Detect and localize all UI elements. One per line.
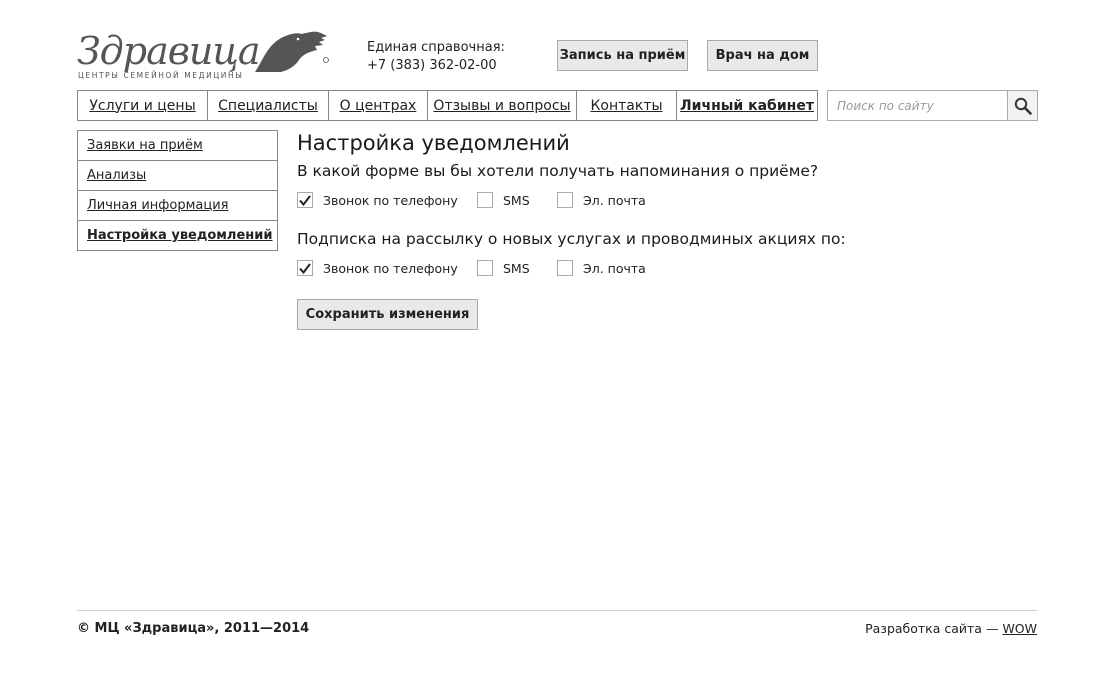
search-box (827, 90, 1038, 121)
contact-info: Единая справочная: +7 (383) 362-02-00 (367, 39, 505, 75)
sidebar-item-label: Анализы (87, 168, 147, 183)
option-label: Эл. почта (583, 192, 646, 208)
main-nav: Услуги и цены Специалисты О центрах Отзы… (77, 90, 818, 121)
logo-subtitle: центры семейной медицины (78, 71, 244, 80)
contact-label: Единая справочная: (367, 40, 505, 55)
main-content: Настройка уведомлений В какой форме вы б… (297, 130, 1037, 330)
sidebar-item-appointments[interactable]: Заявки на приём (78, 131, 277, 161)
checkmark-icon (299, 194, 311, 206)
reminder-sms-checkbox[interactable] (477, 192, 493, 208)
subscription-question: Подписка на рассылку о новых услугах и п… (297, 230, 846, 248)
subscription-email-checkbox[interactable] (557, 260, 573, 276)
developer-credit: Разработка сайта — WOW (865, 621, 1037, 636)
nav-item-contacts[interactable]: Контакты (577, 91, 677, 120)
account-sidebar: Заявки на приём Анализы Личная информаци… (77, 130, 278, 251)
subscription-phone-option[interactable]: Звонок по телефону (297, 260, 477, 276)
dev-label: Разработка сайта — (865, 621, 999, 636)
search-input[interactable] (828, 91, 1008, 120)
search-icon (1014, 97, 1032, 115)
nav-item-label: Контакты (590, 97, 663, 114)
reminder-phone-option[interactable]: Звонок по телефону (297, 192, 477, 208)
sidebar-item-label: Личная информация (87, 198, 229, 213)
nav-item-services[interactable]: Услуги и цены (78, 91, 208, 120)
page-title: Настройка уведомлений (297, 131, 570, 155)
nav-item-account[interactable]: Личный кабинет (677, 91, 817, 120)
sidebar-item-label: Заявки на приём (87, 138, 203, 153)
nav-item-label: Специалисты (218, 97, 318, 114)
subscription-sms-option[interactable]: SMS (477, 260, 557, 276)
search-button[interactable] (1007, 91, 1037, 120)
copyright: © МЦ «Здравица», 2011—2014 (77, 621, 310, 636)
nav-item-label: О центрах (339, 97, 417, 114)
option-label: Эл. почта (583, 260, 646, 276)
option-label: Звонок по телефону (323, 192, 458, 208)
nav-item-about[interactable]: О центрах (329, 91, 428, 120)
nav-item-label: Отзывы и вопросы (433, 97, 571, 114)
option-label: SMS (503, 260, 530, 276)
option-label: Звонок по телефону (323, 260, 458, 276)
dev-link[interactable]: WOW (1002, 621, 1037, 636)
footer-divider (77, 610, 1037, 611)
subscription-sms-checkbox[interactable] (477, 260, 493, 276)
nav-item-reviews[interactable]: Отзывы и вопросы (428, 91, 577, 120)
bird-hand-logo-icon (255, 31, 329, 72)
nav-item-specialists[interactable]: Специалисты (208, 91, 329, 120)
sidebar-item-notifications[interactable]: Настройка уведомлений (78, 221, 277, 250)
site-logo[interactable]: Здравица центры семейной медицины (77, 28, 329, 84)
sidebar-item-analyses[interactable]: Анализы (78, 161, 277, 191)
reminder-question: В какой форме вы бы хотели получать напо… (297, 162, 819, 180)
appointment-button[interactable]: Запись на приём (557, 40, 688, 71)
sidebar-item-label: Настройка уведомлений (87, 228, 273, 243)
contact-phone: +7 (383) 362-02-00 (367, 58, 497, 73)
checkmark-icon (299, 262, 311, 274)
reminder-phone-checkbox[interactable] (297, 192, 313, 208)
reminder-options: Звонок по телефону SMS Эл. почта (297, 190, 1037, 210)
reminder-email-checkbox[interactable] (557, 192, 573, 208)
logo-text: Здравица (77, 29, 261, 73)
nav-item-label: Услуги и цены (89, 97, 196, 114)
option-label: SMS (503, 192, 530, 208)
doctor-home-button[interactable]: Врач на дом (707, 40, 818, 71)
nav-item-label: Личный кабинет (680, 97, 814, 114)
subscription-email-option[interactable]: Эл. почта (557, 260, 646, 276)
subscription-phone-checkbox[interactable] (297, 260, 313, 276)
subscription-options: Звонок по телефону SMS Эл. почта (297, 258, 1037, 278)
reminder-email-option[interactable]: Эл. почта (557, 192, 646, 208)
save-button[interactable]: Сохранить изменения (297, 299, 478, 330)
sidebar-item-personal-info[interactable]: Личная информация (78, 191, 277, 221)
reminder-sms-option[interactable]: SMS (477, 192, 557, 208)
